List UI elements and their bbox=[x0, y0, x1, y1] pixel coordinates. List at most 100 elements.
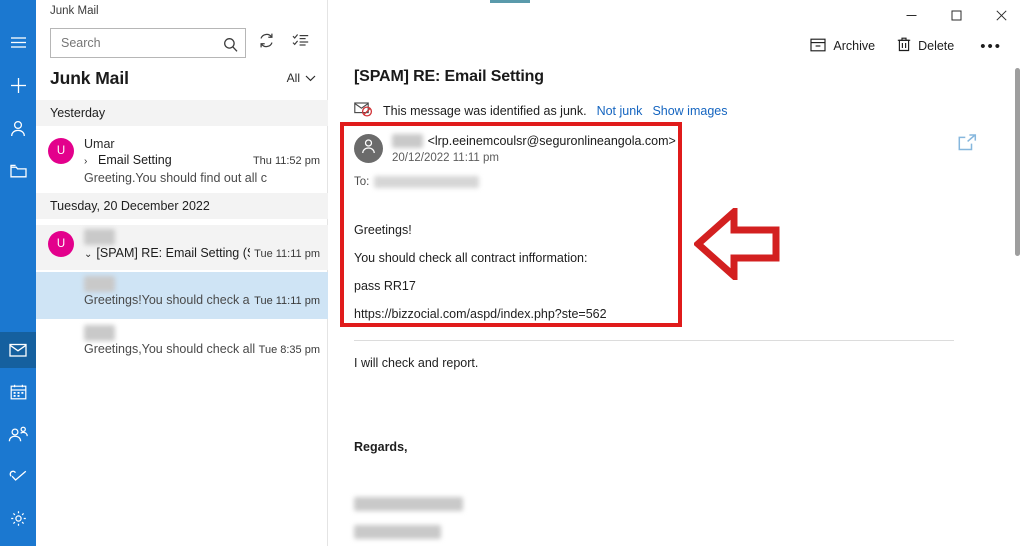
avatar: U bbox=[48, 231, 74, 257]
list-item-preview-row: Greetings,You should check all the Tue 8… bbox=[84, 341, 320, 359]
list-item-sender: Umar bbox=[84, 229, 320, 245]
email-body-line: pass RR17 bbox=[354, 279, 416, 293]
list-item-body: Umar Greetings,You should check all the … bbox=[84, 321, 320, 359]
list-item-body: Umar › Email Setting Thu 11:52 pm Greeti… bbox=[84, 132, 320, 187]
blocked-envelope-icon bbox=[354, 101, 373, 120]
minimize-button[interactable] bbox=[889, 0, 934, 30]
calendar-icon bbox=[10, 384, 27, 400]
maximize-button[interactable] bbox=[934, 0, 979, 30]
redacted-sender: Umar bbox=[84, 229, 115, 245]
redacted-recipient: Abdulrahman Shafiq bbox=[374, 176, 478, 188]
folder-caption: Junk Mail bbox=[50, 5, 99, 17]
list-item-preview: Greetings!You should check all co bbox=[84, 292, 250, 309]
list-item[interactable]: Umar Greetings,You should check all the … bbox=[36, 321, 328, 368]
trash-icon bbox=[897, 37, 911, 55]
list-item-sender: Umar bbox=[84, 325, 320, 341]
message-list-pane: Junk Mail Junk Mail All bbox=[36, 0, 328, 546]
signature-line: Abdulrahman Shafiq bbox=[354, 497, 463, 511]
sidebar-item-settings[interactable] bbox=[0, 500, 36, 536]
divider bbox=[354, 340, 954, 341]
list-item-time: Tue 11:11 pm bbox=[254, 293, 320, 310]
list-item-body: Umar ⌄ [SPAM] RE: Email Setting (SPF Ɛ T… bbox=[84, 225, 320, 263]
expand-chevron-icon[interactable]: › bbox=[84, 153, 94, 170]
people-icon bbox=[8, 426, 28, 442]
email-body-link[interactable]: https://bizzocial.com/aspd/index.php?ste… bbox=[354, 307, 607, 321]
list-item-subject: [SPAM] RE: Email Setting (SPF Ɛ bbox=[96, 245, 250, 262]
plus-icon bbox=[10, 77, 27, 94]
email-subject: [SPAM] RE: Email Setting bbox=[354, 68, 544, 86]
to-label: To: bbox=[354, 176, 369, 188]
sender-avatar bbox=[354, 134, 383, 163]
date-header: Yesterday bbox=[36, 100, 328, 126]
hamburger-icon bbox=[10, 36, 27, 49]
junk-banner: This message was identified as junk. Not… bbox=[354, 101, 727, 120]
list-item[interactable]: U Umar ⌄ [SPAM] RE: Email Setting (SPF Ɛ… bbox=[36, 225, 328, 270]
redacted-sender: Umar bbox=[84, 325, 115, 341]
sidebar-item-mail[interactable] bbox=[0, 332, 36, 368]
email-body-line: You should check all contract infformati… bbox=[354, 251, 587, 265]
list-item-sender: Umar bbox=[84, 276, 320, 292]
annotation-arrow-icon bbox=[694, 208, 780, 285]
not-junk-link[interactable]: Not junk bbox=[597, 104, 643, 118]
folder-icon bbox=[10, 164, 27, 178]
command-bar: Archive Delete ••• bbox=[800, 30, 1016, 62]
check-heart-icon bbox=[9, 468, 28, 484]
window-controls bbox=[889, 0, 1024, 30]
hamburger-menu-button[interactable] bbox=[0, 24, 36, 60]
sidebar-item-people[interactable] bbox=[0, 416, 36, 452]
list-item-preview: Greetings,You should check all the bbox=[84, 341, 255, 358]
to-line: To: Abdulrahman Shafiq bbox=[354, 176, 479, 188]
checklist-icon bbox=[292, 33, 309, 53]
date-header: Tuesday, 20 December 2022 bbox=[36, 193, 328, 219]
account-button[interactable] bbox=[0, 110, 36, 146]
search-input[interactable] bbox=[61, 30, 221, 56]
sync-button[interactable] bbox=[252, 29, 280, 57]
email-body-line: I will check and report. bbox=[354, 356, 478, 370]
redacted-signature-name: Abdulrahman Shafiq bbox=[354, 497, 463, 511]
list-title-row: Junk Mail All bbox=[36, 62, 328, 94]
reading-pane: Archive Delete ••• [SPAM] RE: Email Sett… bbox=[329, 0, 1024, 546]
delete-button[interactable]: Delete bbox=[887, 31, 964, 61]
open-in-new-window-icon[interactable] bbox=[956, 131, 978, 153]
list-item-subject-row: › Email Setting Thu 11:52 pm bbox=[84, 152, 320, 170]
list-item-body: Umar Greetings!You should check all co T… bbox=[84, 272, 320, 310]
list-item[interactable]: Umar Greetings!You should check all co T… bbox=[36, 272, 328, 319]
redacted-signature-title: SQA Executive | bbox=[354, 525, 441, 539]
folders-button[interactable] bbox=[0, 153, 36, 189]
collapse-chevron-icon[interactable]: ⌄ bbox=[84, 246, 92, 263]
email-signoff: Regards, bbox=[354, 440, 408, 454]
sender-email: <lrp.eeinemcoulsr@seguronlineangola.com> bbox=[428, 134, 676, 148]
new-mail-button[interactable] bbox=[0, 67, 36, 103]
archive-label: Archive bbox=[833, 39, 875, 53]
delete-label: Delete bbox=[918, 39, 954, 53]
reading-pane-scrollbar[interactable] bbox=[1009, 0, 1024, 546]
email-body-line: Greetings! bbox=[354, 223, 412, 237]
archive-icon bbox=[810, 38, 826, 55]
sidebar-item-calendar[interactable] bbox=[0, 374, 36, 410]
search-box[interactable] bbox=[50, 28, 246, 58]
sync-icon bbox=[258, 32, 275, 54]
redacted-sender-name: Umar bbox=[392, 134, 423, 148]
archive-button[interactable]: Archive bbox=[800, 31, 885, 61]
outlook-mail-window: Junk Mail Junk Mail All bbox=[0, 0, 1024, 546]
list-item-subject: Email Setting bbox=[98, 152, 172, 169]
filter-dropdown[interactable]: All bbox=[287, 71, 316, 85]
select-mode-button[interactable] bbox=[286, 29, 314, 57]
person-icon bbox=[361, 138, 376, 159]
sidebar-item-todo[interactable] bbox=[0, 458, 36, 494]
list-item[interactable]: U Umar › Email Setting Thu 11:52 pm Gree… bbox=[36, 132, 328, 190]
list-item-subject-row: ⌄ [SPAM] RE: Email Setting (SPF Ɛ Tue 11… bbox=[84, 245, 320, 263]
list-item-preview-row: Greetings!You should check all co Tue 11… bbox=[84, 292, 320, 310]
scrollbar-thumb[interactable] bbox=[1015, 68, 1020, 256]
person-icon bbox=[10, 120, 26, 137]
avatar: U bbox=[48, 138, 74, 164]
junk-banner-text: This message was identified as junk. bbox=[383, 104, 587, 118]
navigation-rail bbox=[0, 0, 36, 546]
list-item-time: Thu 11:52 pm bbox=[253, 153, 320, 170]
filter-label: All bbox=[287, 71, 300, 85]
list-toolbar bbox=[50, 28, 318, 58]
search-icon[interactable] bbox=[219, 33, 241, 55]
envelope-icon bbox=[9, 343, 27, 357]
sent-date: 20/12/2022 11:11 pm bbox=[392, 152, 499, 164]
show-images-link[interactable]: Show images bbox=[652, 104, 727, 118]
